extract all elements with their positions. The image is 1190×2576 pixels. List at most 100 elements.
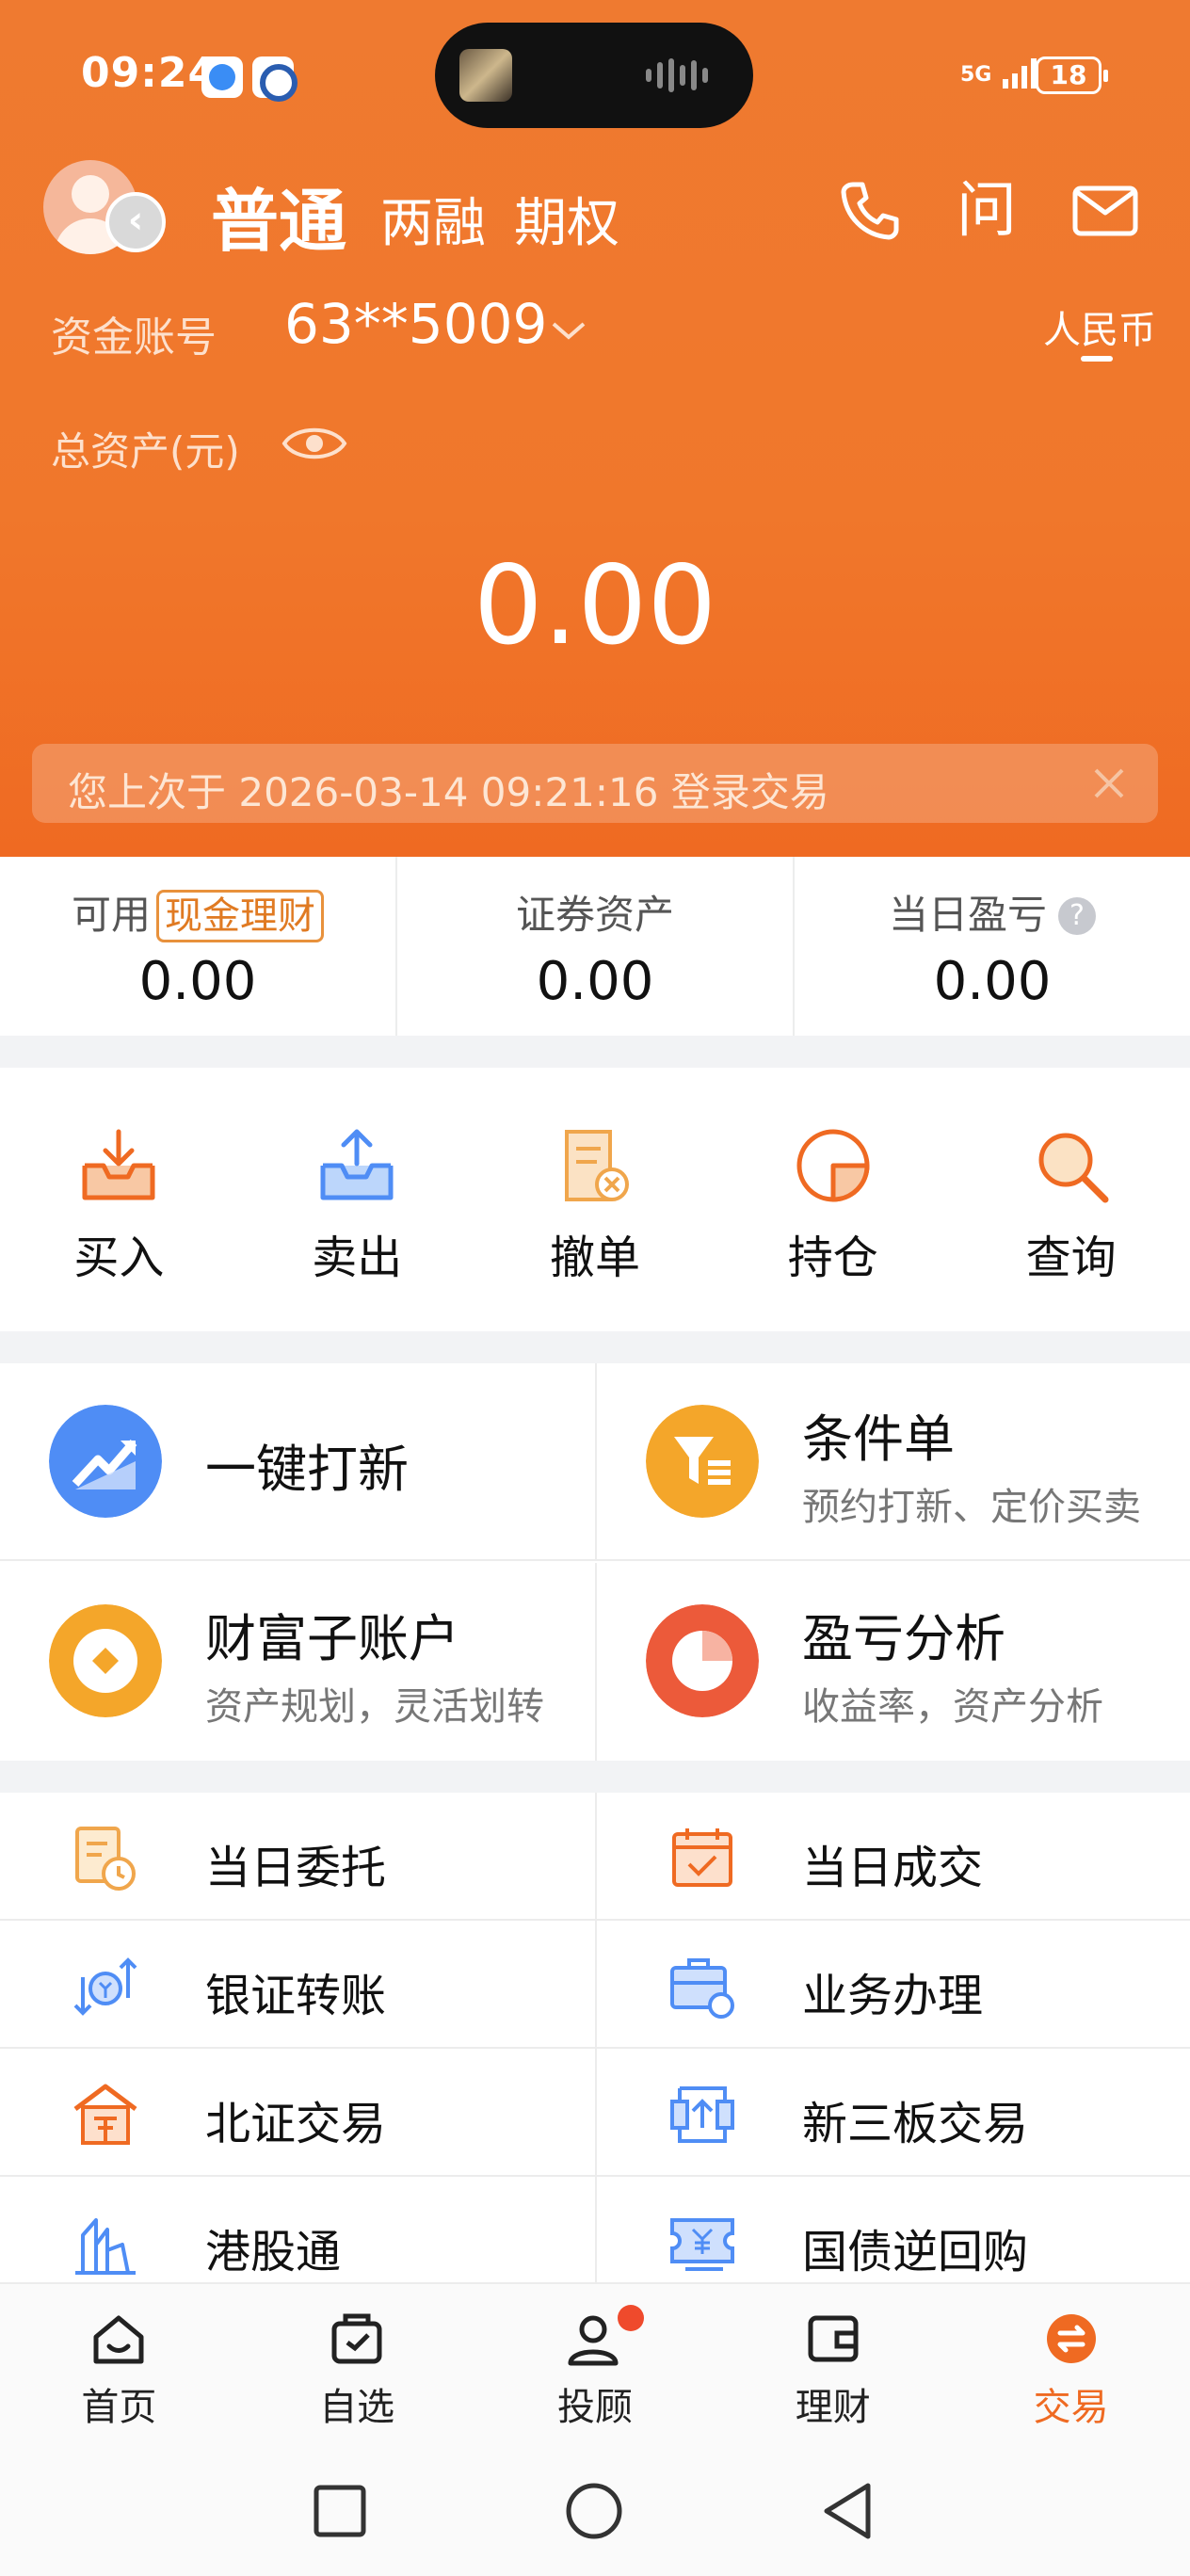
asset-summary: 可用 现金理财 0.00 证券资产 0.00 当日盈亏? 0.00	[0, 857, 1190, 1036]
upload-board-icon	[670, 2086, 734, 2143]
buy-tray-icon	[82, 1129, 155, 1200]
wallet-icon	[808, 2315, 859, 2362]
menu-business-handling[interactable]: 业务办理	[595, 1921, 1190, 2049]
trade-menu: 当日委托 当日成交 银证转账 业务办理 北证交易 新三板交易 港股通 国债逆回购	[0, 1793, 1190, 2305]
tab-advisor[interactable]: 投顾	[476, 2284, 715, 2444]
back-icon[interactable]	[815, 2478, 881, 2544]
query-label: 查询	[1025, 1232, 1117, 1284]
mail-icon[interactable]	[1069, 175, 1141, 247]
customer-service-button[interactable]: 问	[957, 175, 1017, 247]
tab-trade[interactable]: 交易	[952, 2284, 1190, 2444]
advisor-icon	[568, 2315, 619, 2366]
feature-grid: 一键打新 条件单 预约打新、定价买卖 财富子账户 资产规划，灵活划转 盈亏分析 …	[0, 1363, 1190, 1761]
conditional-order[interactable]: 条件单 预约打新、定价买卖	[595, 1363, 1190, 1561]
menu-neeq-trading[interactable]: 新三板交易	[595, 2049, 1190, 2177]
sell-tray-icon	[320, 1129, 394, 1200]
menu-today-orders[interactable]: 当日委托	[0, 1793, 595, 1921]
transfer-icon	[73, 1957, 137, 2016]
tab-wealth-label: 理财	[795, 2386, 871, 2429]
chevron-down-icon[interactable]	[550, 316, 587, 345]
daily-pnl-value: 0.00	[933, 951, 1052, 1012]
tab-home[interactable]: 首页	[0, 2284, 238, 2444]
status-bar: 09:24 5G 18	[0, 0, 1190, 151]
tab-trade-label: 交易	[1033, 2386, 1109, 2429]
menu-today-trades[interactable]: 当日成交	[595, 1793, 1190, 1921]
message-app-icon	[201, 56, 243, 98]
available-value: 0.00	[138, 951, 257, 1012]
battery-icon: 18	[1036, 56, 1108, 94]
home-nav-icon[interactable]	[561, 2478, 627, 2544]
securities-assets[interactable]: 证券资产 0.00	[397, 857, 795, 1036]
pnl-analysis-title: 盈亏分析	[802, 1609, 1005, 1668]
pnl-analysis[interactable]: 盈亏分析 收益率，资产分析	[595, 1563, 1190, 1761]
last-login-notice: 您上次于 2026-03-14 09:21:16 登录交易	[32, 744, 1158, 823]
account-type-margin[interactable]: 两融	[380, 181, 486, 257]
one-click-ipo-title: 一键打新	[205, 1440, 409, 1499]
hk-building-icon	[75, 2218, 136, 2275]
account-type-normal[interactable]: 普通	[211, 166, 346, 265]
one-click-ipo[interactable]: 一键打新	[0, 1363, 595, 1561]
sell-button[interactable]: 卖出	[238, 1068, 476, 1331]
tab-home-label: 首页	[81, 2386, 157, 2429]
audio-wave-icon	[646, 58, 717, 92]
currency-tab[interactable]: 人民币	[1043, 299, 1156, 354]
conditional-order-subtitle: 预约打新、定价买卖	[802, 1486, 1141, 1529]
account-header: 09:24 5G 18 普通 两融 期权 问 资金账号 63**5009	[0, 0, 1190, 857]
cancel-order-label: 撤单	[549, 1232, 640, 1284]
menu-bse-trading[interactable]: 北证交易	[0, 2049, 595, 2177]
query-button[interactable]: 查询	[952, 1068, 1190, 1331]
total-assets-value: 0.00	[473, 542, 717, 669]
menu-business-handling-label: 业务办理	[802, 1970, 984, 2022]
beijing-house-icon	[73, 2084, 137, 2145]
menu-neeq-trading-label: 新三板交易	[802, 2098, 1029, 2150]
coin-icon	[49, 1604, 162, 1717]
calendar-check-icon	[672, 1828, 732, 1887]
tab-wealth[interactable]: 理财	[714, 2284, 952, 2444]
notification-dot	[618, 2305, 644, 2331]
buy-button[interactable]: 买入	[0, 1068, 238, 1331]
conditional-order-title: 条件单	[802, 1409, 955, 1469]
buy-label: 买入	[73, 1232, 165, 1284]
browser-app-icon	[252, 56, 298, 102]
ipo-icon	[49, 1405, 162, 1518]
eye-icon[interactable]	[281, 420, 348, 467]
help-icon[interactable]: ?	[1058, 897, 1096, 935]
securities-label: 证券资产	[515, 892, 674, 938]
tab-watchlist[interactable]: 自选	[238, 2284, 476, 2444]
pie-chart-icon	[646, 1604, 759, 1717]
menu-reverse-repo-label: 国债逆回购	[802, 2226, 1029, 2278]
holdings-pie-icon	[796, 1129, 870, 1202]
securities-value: 0.00	[536, 951, 654, 1012]
system-navigation-bar	[0, 2444, 1190, 2576]
pnl-analysis-subtitle: 收益率，资产分析	[802, 1685, 1103, 1729]
available-funds[interactable]: 可用 现金理财 0.00	[0, 857, 397, 1036]
menu-today-orders-label: 当日委托	[205, 1842, 387, 1894]
daily-pnl[interactable]: 当日盈亏? 0.00	[795, 857, 1190, 1036]
menu-bse-trading-label: 北证交易	[205, 2098, 387, 2150]
fund-account-number[interactable]: 63**5009	[284, 292, 547, 356]
dynamic-island[interactable]	[435, 23, 753, 128]
menu-hk-connect-label: 港股通	[205, 2226, 342, 2278]
status-time: 09:24	[81, 49, 218, 97]
cancel-order-button[interactable]: 撤单	[476, 1068, 715, 1331]
close-icon[interactable]	[1086, 761, 1132, 806]
sell-label: 卖出	[312, 1232, 403, 1284]
daily-pnl-label: 当日盈亏	[888, 892, 1047, 938]
cash-management-tag[interactable]: 现金理财	[156, 890, 324, 942]
switch-account-icon[interactable]	[105, 192, 166, 252]
quick-actions: 买入 卖出 撤单 持仓 查询	[0, 1068, 1190, 1331]
tab-advisor-label: 投顾	[556, 2386, 633, 2429]
trade-icon	[1046, 2314, 1096, 2363]
phone-icon[interactable]	[834, 175, 906, 247]
watchlist-icon	[331, 2313, 382, 2364]
holdings-button[interactable]: 持仓	[714, 1068, 952, 1331]
menu-bank-transfer-label: 银证转账	[205, 1970, 387, 2022]
search-icon	[1038, 1133, 1109, 1203]
menu-bank-transfer[interactable]: 银证转账	[0, 1921, 595, 2049]
bond-ticket-icon	[670, 2218, 734, 2271]
bottom-tab-bar: 首页 自选 投顾 理财 交易	[0, 2282, 1190, 2444]
account-type-options[interactable]: 期权	[514, 181, 619, 257]
wealth-sub-account[interactable]: 财富子账户 资产规划，灵活划转	[0, 1563, 595, 1761]
media-thumbnail	[459, 49, 512, 102]
recent-apps-icon[interactable]	[307, 2478, 373, 2544]
